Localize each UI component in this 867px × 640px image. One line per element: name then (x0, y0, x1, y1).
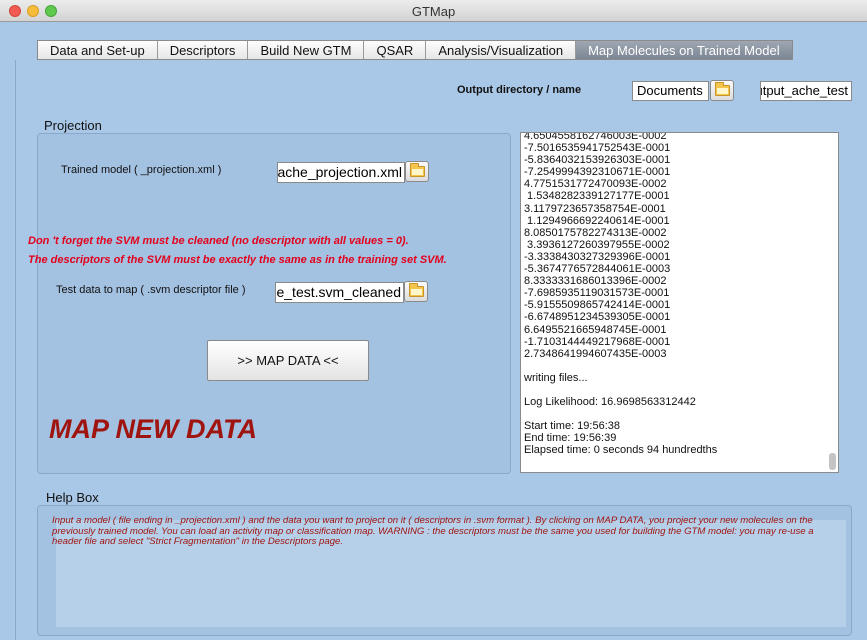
folder-icon (410, 163, 425, 177)
help-section-title: Help Box (46, 490, 99, 505)
log-line: -5.3674776572844061E-0003 (524, 263, 671, 276)
log-line: 3.3936127260397955E-0002 (524, 238, 670, 251)
log-line: Elapsed time: 0 seconds 94 hundredths (524, 444, 718, 457)
browse-test-data-button[interactable] (404, 281, 428, 302)
test-data-field[interactable]: ache_test.svm_cleaned (275, 282, 404, 303)
folder-icon (409, 283, 424, 297)
warning-svm-cleaned: Don 't forget the SVM must be cleaned (n… (28, 235, 409, 247)
map-new-data-title: MAP NEW DATA (49, 414, 257, 444)
tab-data-setup[interactable]: Data and Set-up (38, 41, 158, 59)
title-bar: GTMap (0, 0, 867, 22)
tab-list: Data and Set-up Descriptors Build New GT… (37, 40, 793, 60)
log-line: writing files... (524, 371, 588, 384)
log-scrollbar[interactable] (829, 453, 836, 470)
tab-qsar[interactable]: QSAR (364, 41, 427, 59)
log-line: -5.8364032153926303E-0001 (524, 154, 671, 167)
trained-model-field[interactable]: ache_projection.xml (277, 162, 405, 183)
warning-descriptors-match: The descriptors of the SVM must be exact… (28, 254, 447, 266)
tab-bar: Data and Set-up Descriptors Build New GT… (0, 22, 867, 60)
log-line: Log Likelihood: 16.9698563312442 (524, 396, 696, 409)
log-line: -6.6748951234539305E-0001 (524, 311, 671, 324)
projection-section-title: Projection (44, 118, 102, 133)
tab-descriptors[interactable]: Descriptors (158, 41, 249, 59)
tab-analysis-visualization[interactable]: Analysis/Visualization (426, 41, 577, 59)
log-line: 3.1179723657358754E-0001 (524, 202, 666, 215)
output-name-field[interactable]: output_ache_test (760, 81, 852, 101)
output-directory-field[interactable]: Documents (632, 81, 709, 101)
browse-trained-model-button[interactable] (405, 161, 429, 182)
log-line: -1.7103144449217968E-0001 (524, 335, 671, 348)
log-line: -7.5016535941752543E-0001 (524, 142, 671, 155)
log-line: 8.3333331686013396E-0002 (524, 275, 667, 288)
log-line: 1.5348282339127177E-0001 (524, 190, 670, 203)
log-line: -5.9155509865742414E-0001 (524, 299, 671, 312)
folder-icon (715, 82, 730, 96)
log-line: Start time: 19:56:38 (524, 420, 620, 433)
browse-output-directory-button[interactable] (710, 80, 734, 101)
app-window: GTMap Data and Set-up Descriptors Build … (0, 0, 867, 640)
log-output-area[interactable]: 4.6504558162746003E-0002 -7.5016535941752… (520, 132, 839, 473)
log-line: -3.3338430327329396E-0001 (524, 250, 671, 263)
log-line: 6.6495521665948745E-0001 (524, 323, 667, 336)
log-line: 8.0850175782274313E-0002 (524, 226, 667, 239)
tab-map-molecules[interactable]: Map Molecules on Trained Model (576, 41, 792, 59)
output-directory-label: Output directory / name (457, 84, 582, 96)
log-lines: 4.6504558162746003E-0002 -7.5016535941752… (524, 132, 824, 457)
log-line: 4.7751531772470093E-0002 (524, 178, 667, 191)
log-line: End time: 19:56:39 (524, 432, 617, 445)
map-data-button[interactable]: >> MAP DATA << (207, 340, 369, 381)
log-line: 4.6504558162746003E-0002 (524, 132, 667, 142)
test-data-label: Test data to map ( .svm descriptor file … (56, 284, 246, 296)
log-line: 2.7348641994607435E-0003 (524, 347, 667, 360)
log-line: -7.6985935119031573E-0001 (524, 287, 670, 300)
tab-build-gtm[interactable]: Build New GTM (248, 41, 365, 59)
help-text: Input a model ( file ending in _projecti… (52, 515, 814, 547)
trained-model-label: Trained model ( _projection.xml ) (61, 164, 222, 176)
log-line: -7.2549994392310671E-0001 (524, 166, 671, 179)
log-line: 1.1294966692240614E-0001 (524, 214, 670, 227)
window-title: GTMap (411, 4, 456, 19)
